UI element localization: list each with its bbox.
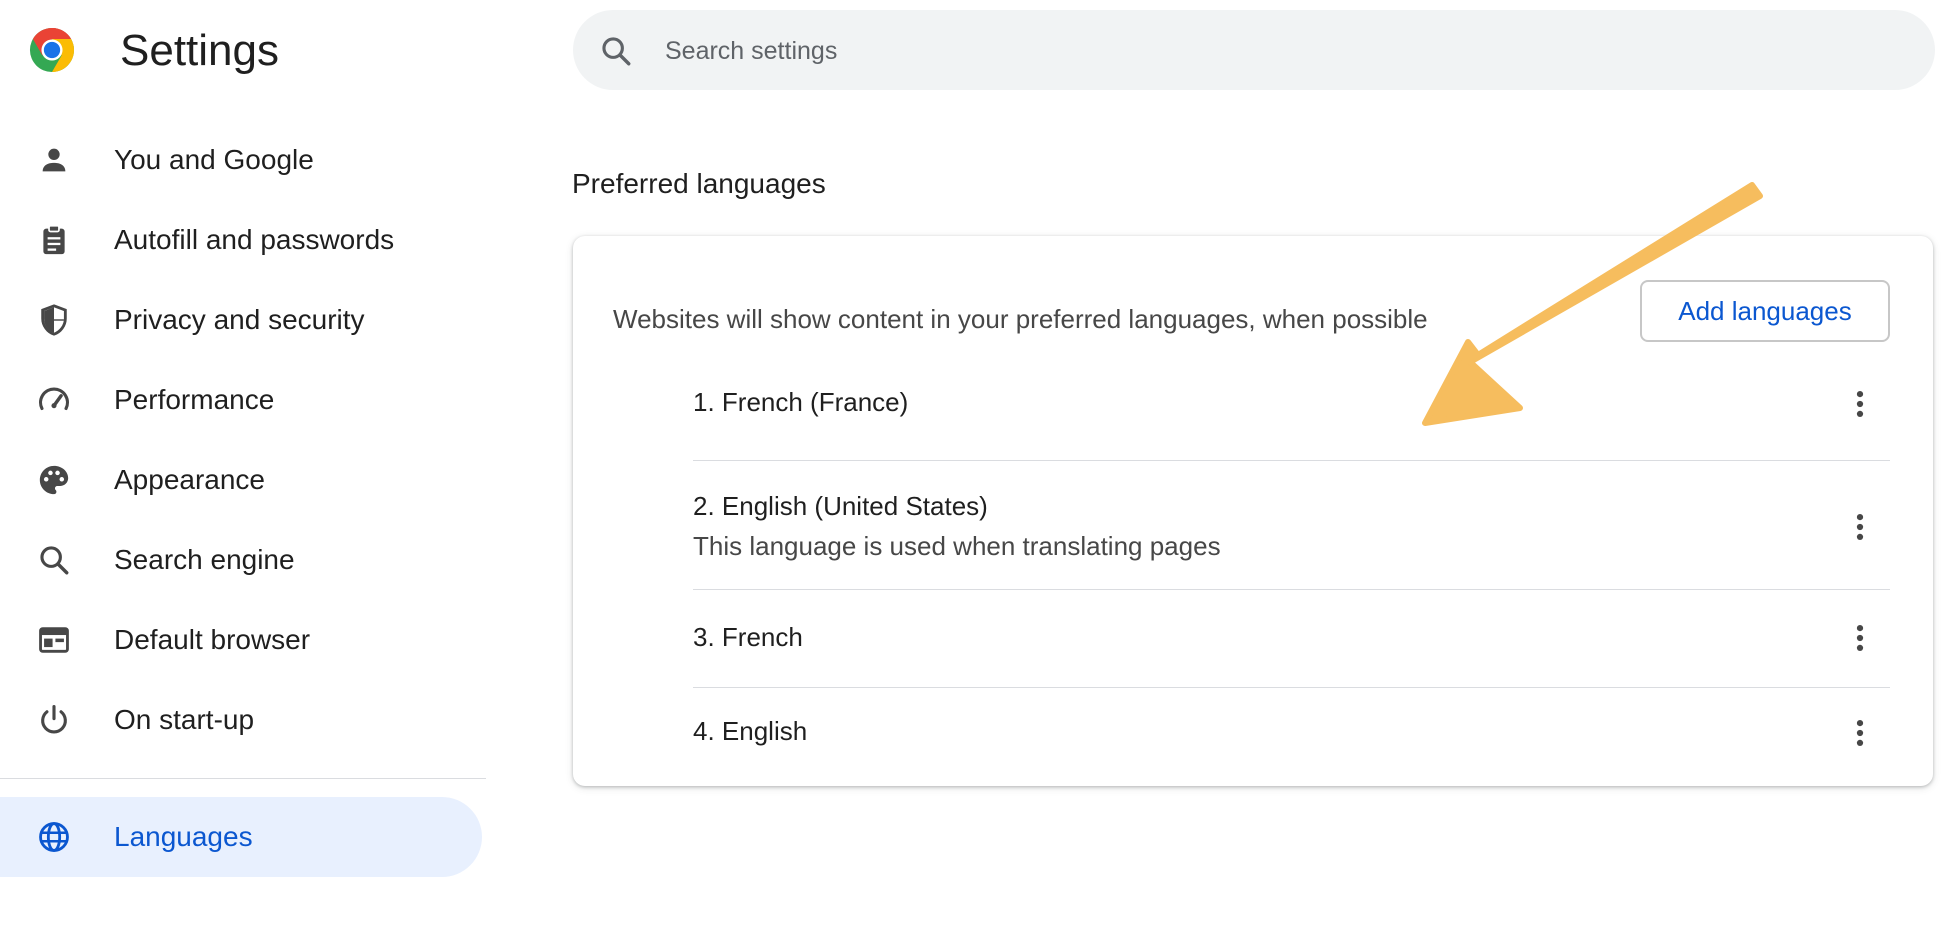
sidebar-item-privacy[interactable]: Privacy and security [0, 280, 486, 360]
sidebar-item-languages[interactable]: Languages [0, 797, 482, 877]
search-icon [36, 542, 72, 578]
language-name: 4. English [693, 716, 808, 746]
globe-icon [36, 819, 72, 855]
search-icon [599, 34, 633, 68]
sidebar-item-label: Search engine [114, 544, 295, 575]
language-row: 1. French (France) [693, 364, 1890, 444]
clipboard-icon [36, 222, 72, 258]
sidebar-item-search-engine[interactable]: Search engine [0, 520, 486, 600]
browser-window-icon [36, 622, 72, 658]
sidebar-item-label: Appearance [114, 464, 266, 495]
more-options-icon[interactable] [1840, 618, 1880, 658]
language-name: 2. English (United States) [693, 491, 988, 521]
page-title: Settings [120, 26, 279, 75]
sidebar-item-performance[interactable]: Performance [0, 360, 486, 440]
speedometer-icon [36, 382, 72, 418]
languages-description: Websites will show content in your prefe… [613, 304, 1428, 334]
section-title: Preferred languages [572, 168, 826, 199]
sidebar-item-label: Autofill and passwords [114, 224, 395, 255]
power-icon [36, 702, 72, 738]
palette-icon [36, 462, 72, 498]
sidebar-item-you-and-google[interactable]: You and Google [0, 120, 486, 200]
language-row: 3. French [693, 590, 1890, 686]
language-row: 2. English (United States) This language… [693, 461, 1890, 589]
sidebar-item-label: Languages [114, 821, 253, 852]
language-note: This language is used when translating p… [693, 531, 1221, 561]
sidebar-item-default-browser[interactable]: Default browser [0, 600, 486, 680]
sidebar-item-appearance[interactable]: Appearance [0, 440, 486, 520]
sidebar-item-label: You and Google [114, 144, 314, 175]
language-name: 3. French [693, 622, 803, 652]
search-input[interactable] [663, 10, 1867, 92]
sidebar-item-autofill[interactable]: Autofill and passwords [0, 200, 486, 280]
language-row: 4. English [693, 688, 1890, 784]
chrome-logo-icon [29, 27, 75, 73]
sidebar-nav: You and Google Autofill and passwords Pr… [0, 120, 486, 760]
sidebar-item-label: Privacy and security [114, 304, 365, 335]
language-name: 1. French (France) [693, 387, 909, 417]
more-options-icon[interactable] [1840, 713, 1880, 753]
sidebar-item-label: Performance [114, 384, 275, 415]
sidebar-item-on-start-up[interactable]: On start-up [0, 680, 486, 760]
more-options-icon[interactable] [1840, 507, 1880, 547]
languages-card: Websites will show content in your prefe… [573, 236, 1933, 786]
person-icon [36, 142, 72, 178]
more-options-icon[interactable] [1840, 384, 1880, 424]
sidebar-item-label: On start-up [114, 704, 255, 735]
add-languages-button[interactable]: Add languages [1640, 280, 1890, 342]
sidebar-divider [0, 778, 486, 779]
shield-icon [36, 302, 72, 338]
search-bar[interactable] [573, 10, 1935, 92]
sidebar-item-label: Default browser [114, 624, 311, 655]
